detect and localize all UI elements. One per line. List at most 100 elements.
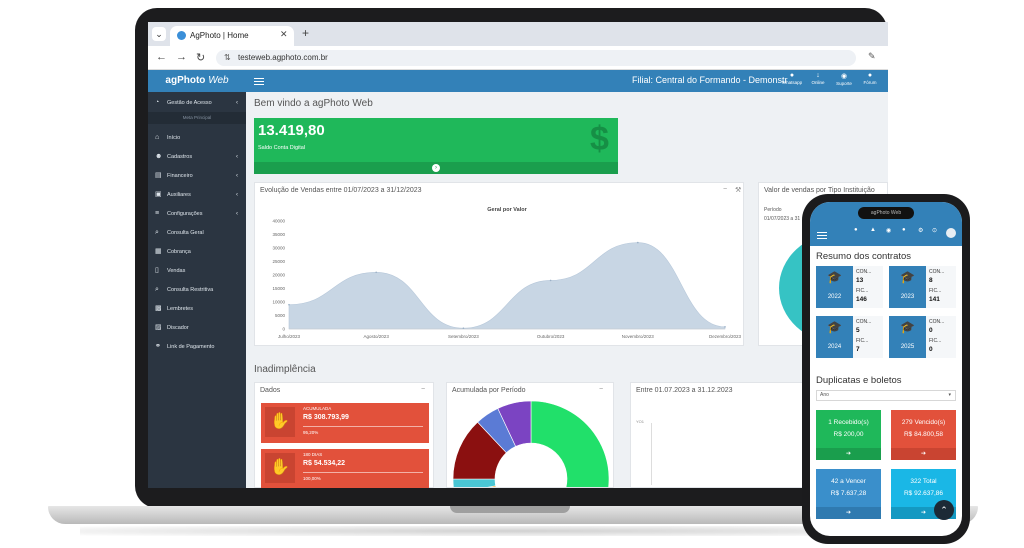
- contract-card[interactable]: 🎓 2024 CON... 5 FIC... 7: [816, 316, 883, 358]
- book-icon: ▣: [155, 191, 162, 198]
- boleto-tile[interactable]: 279 Vencido(s) R$ 84.800,58 ➔: [891, 410, 956, 460]
- forum-icon: ●: [867, 72, 873, 79]
- tab-list-chevron-icon[interactable]: ⌄: [152, 27, 166, 41]
- wrench-icon[interactable]: ⚒: [735, 186, 741, 194]
- x-tick-label: Julho/2023: [278, 334, 301, 339]
- brand-logo[interactable]: agPhoto Web: [148, 70, 246, 92]
- card-con-value: 5: [856, 327, 860, 334]
- tile-count: 42 a Vencer: [831, 478, 866, 485]
- sidebar-item-gestao[interactable]: ◔ Gestão de Acesso ‹: [148, 95, 246, 111]
- kpi-percent: 100,00%: [303, 476, 321, 481]
- top-whatsapp-icon[interactable]: ● Whatsapp: [778, 72, 806, 85]
- series-area: [288, 242, 726, 330]
- note-icon: ▩: [155, 305, 162, 312]
- card-fic-label: FIC...: [929, 288, 942, 294]
- favicon-icon: [177, 31, 186, 40]
- tile-count: 279 Vencido(s): [901, 419, 946, 426]
- sidebar-item-label: Cadastros: [167, 154, 193, 160]
- url-input[interactable]: ⇅ testeweb.agphoto.com.br: [216, 50, 856, 66]
- top-icon-label: Online: [811, 80, 825, 85]
- sidebar-item-9[interactable]: ▩ Lembretes: [148, 301, 246, 317]
- new-tab-icon[interactable]: +: [302, 26, 309, 40]
- sidebar-item-3[interactable]: ▣ Auxiliares ‹: [148, 187, 246, 203]
- kpi-value: R$ 54.534,22: [303, 460, 346, 467]
- ano-select[interactable]: Ano ▾: [816, 390, 956, 401]
- kpi-divider: [303, 472, 423, 473]
- more-info-icon[interactable]: ›: [432, 164, 440, 172]
- sidebar-item-10[interactable]: ▨ Discador: [148, 320, 246, 336]
- collapse-icon[interactable]: −: [421, 386, 425, 393]
- card-fic-value: 146: [856, 296, 867, 303]
- forward-icon[interactable]: →: [176, 51, 187, 63]
- top-online-icon[interactable]: ↓ Online: [804, 72, 832, 85]
- forum-icon[interactable]: ●: [902, 227, 906, 233]
- reload-icon[interactable]: ↻: [196, 51, 205, 64]
- contract-card[interactable]: 🎓 2022 CON... 13 FIC... 146: [816, 266, 883, 308]
- collapse-icon[interactable]: −: [599, 386, 603, 393]
- boleto-tile[interactable]: 1 Recebido(s) R$ 200,00 ➔: [816, 410, 881, 460]
- inadimplencia-title: Inadimplência: [254, 364, 316, 375]
- boleto-tile[interactable]: 42 a Vencer R$ 7.637,28 ➔: [816, 469, 881, 519]
- scroll-top-button[interactable]: ⌃: [934, 500, 954, 520]
- close-tab-icon[interactable]: ✕: [280, 29, 288, 40]
- top-icon-label: Suporte: [836, 81, 852, 86]
- top-support-icon[interactable]: ◉ Suporte: [830, 72, 858, 86]
- contract-card[interactable]: 🎓 2023 CON... 8 FIC... 141: [889, 266, 956, 308]
- y-tick-label: 30000: [272, 246, 285, 251]
- tipo-periodo: Período: [764, 207, 782, 213]
- y-tick-label: 10000: [272, 300, 285, 305]
- settings-icon[interactable]: ⚙: [918, 227, 923, 234]
- sidebar-item-1[interactable]: ☻ Cadastros ‹: [148, 149, 246, 165]
- y-tick-label: 35000: [272, 232, 285, 237]
- sidebar-item-11[interactable]: ⚭ Link de Pagamento: [148, 339, 246, 355]
- back-icon[interactable]: ←: [156, 51, 167, 63]
- support-icon: ◉: [840, 73, 848, 80]
- data-point: [375, 271, 377, 274]
- sidebar-item-8[interactable]: ⌕ Consulta Restritiva: [148, 282, 246, 298]
- sidebar-item-4[interactable]: ≡ Configurações ‹: [148, 206, 246, 222]
- graduation-cap-icon: 🎓: [827, 270, 842, 284]
- top-icon-label: Whatsapp: [781, 80, 803, 85]
- vendas-title: Evolução de Vendas entre 01/07/2023 a 31…: [260, 187, 422, 194]
- tile-more-icon[interactable]: ➔: [891, 448, 956, 460]
- collapse-icon[interactable]: −: [723, 186, 727, 193]
- sidebar-item-0[interactable]: ⌂ Início: [148, 130, 246, 146]
- card-fic-value: 0: [929, 346, 933, 353]
- resumo-title: Resumo dos contratos: [816, 251, 912, 262]
- kpi-value: R$ 308.793,99: [303, 414, 349, 421]
- sidebar-item-6[interactable]: ▦ Cobrança: [148, 244, 246, 260]
- sidebar-item-7[interactable]: ▯ Vendas: [148, 263, 246, 279]
- card-year-box: 🎓 2023: [889, 266, 926, 308]
- card-year: 2024: [827, 344, 842, 350]
- sidebar-item-2[interactable]: ▤ Financeiro ‹: [148, 168, 246, 184]
- saldo-value: 13.419,80: [258, 122, 325, 139]
- dados-title: Dados: [260, 387, 281, 394]
- whatsapp-icon[interactable]: ●: [854, 227, 858, 233]
- phone-menu-icon[interactable]: [817, 232, 827, 239]
- vendas-panel: Evolução de Vendas entre 01/07/2023 a 31…: [254, 182, 744, 346]
- tile-count: 1 Recebido(s): [828, 419, 869, 426]
- site-info-icon[interactable]: ⇅: [224, 53, 231, 62]
- sidebar-item-5[interactable]: ⌕ Consulta Geral: [148, 225, 246, 241]
- contract-card[interactable]: 🎓 2025 CON... 0 FIC... 0: [889, 316, 956, 358]
- card-year-box: 🎓 2022: [816, 266, 853, 308]
- tile-more-icon[interactable]: ➔: [816, 448, 881, 460]
- y-tick-label: 40000: [272, 219, 285, 224]
- browser-tab[interactable]: AgPhoto | Home ✕: [170, 26, 294, 46]
- sidebar-item-label: Auxiliares: [167, 192, 191, 198]
- vendas-chart: Geral por Valor 40000 35000 30000 25000 20000…: [272, 207, 741, 339]
- support-icon[interactable]: ◉: [886, 227, 891, 234]
- top-forum-icon[interactable]: ● Fórum: [856, 72, 884, 85]
- tile-amount: R$ 7.637,28: [830, 490, 867, 497]
- tile-more-icon[interactable]: ➔: [816, 507, 881, 519]
- chevron-left-icon: ‹: [236, 100, 238, 106]
- info-icon[interactable]: ⊙: [932, 227, 937, 234]
- online-icon[interactable]: ▲: [870, 227, 876, 233]
- tipo-date: 01/07/2023 a 31: [764, 216, 801, 222]
- extensions-icon[interactable]: ✎: [868, 51, 876, 62]
- data-point: [288, 303, 290, 306]
- sidebar-item-label: Lembretes: [167, 306, 193, 312]
- avatar[interactable]: [946, 228, 956, 238]
- menu-toggle-icon[interactable]: [254, 78, 264, 85]
- card-fic-value: 141: [929, 296, 940, 303]
